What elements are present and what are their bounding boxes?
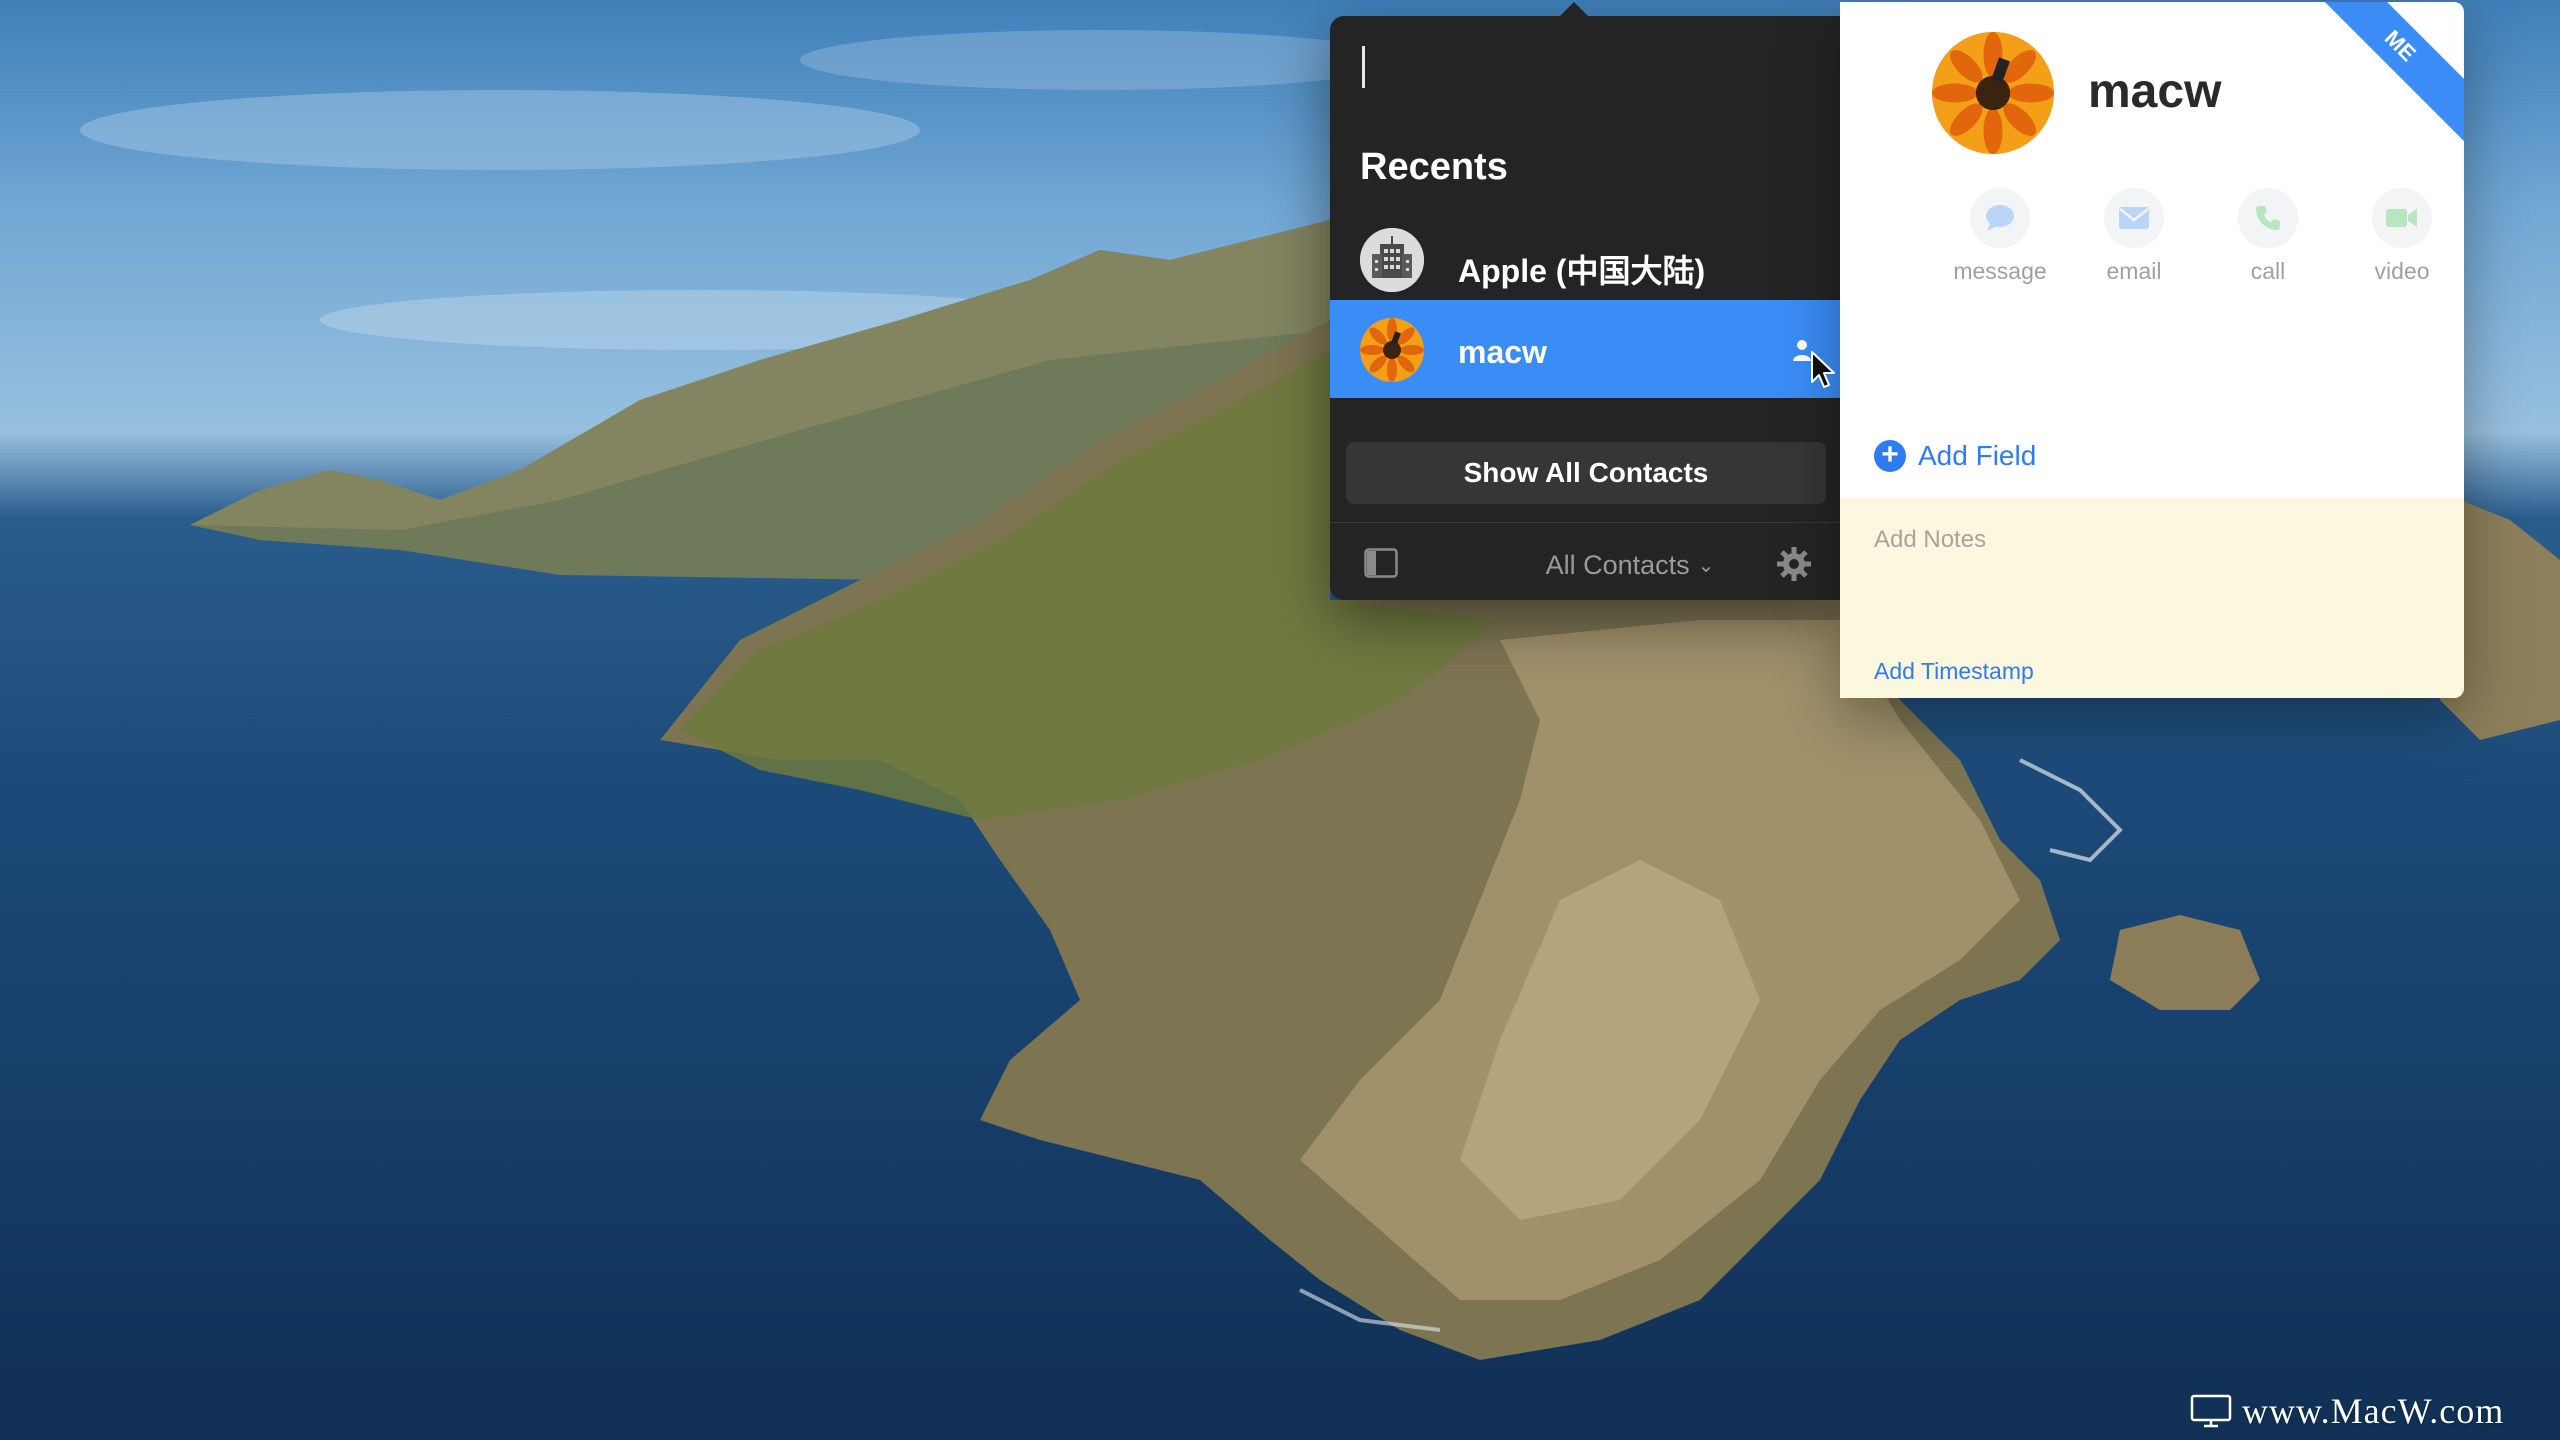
text-caret — [1362, 46, 1365, 88]
video-camera-icon — [2372, 188, 2432, 248]
action-label: video — [2374, 258, 2430, 284]
recent-contact-row-selected[interactable]: macw — [1330, 300, 1840, 398]
watermark: www.MacW.com — [2190, 1390, 2504, 1432]
message-bubble-icon — [1970, 188, 2030, 248]
notes-placeholder: Add Notes — [1874, 526, 1987, 553]
recents-heading: Recents — [1360, 146, 1508, 188]
footer-divider — [1330, 522, 1840, 523]
contact-detail-card: ME macw message email call video + Add F… — [1840, 2, 2464, 698]
add-field-label: Add Field — [1918, 440, 2037, 471]
add-timestamp-link[interactable]: Add Timestamp — [1874, 658, 2034, 685]
contact-name: macw — [1458, 334, 1547, 370]
filter-label: All Contacts — [1545, 550, 1690, 580]
add-field-button[interactable]: + Add Field — [1874, 438, 2036, 474]
plus-icon: + — [1874, 440, 1906, 472]
call-action-button[interactable]: call — [2203, 188, 2333, 285]
building-icon — [1360, 228, 1424, 292]
show-all-contacts-button[interactable]: Show All Contacts — [1346, 442, 1826, 504]
notes-area[interactable]: Add Notes Add Timestamp — [1840, 498, 2464, 698]
contacts-popover: Recents Apple (中国大陆) macw Show All Conta… — [1330, 2, 1840, 600]
message-action-button[interactable]: message — [1935, 188, 2065, 285]
search-input[interactable] — [1350, 36, 1820, 100]
action-label: call — [2250, 258, 2286, 284]
email-action-button[interactable]: email — [2069, 188, 2199, 285]
person-card-icon[interactable] — [1792, 338, 1812, 362]
sidebar-toggle-icon[interactable] — [1364, 548, 1398, 578]
mouse-cursor-icon — [1811, 351, 1835, 388]
contact-avatar — [1360, 318, 1424, 382]
envelope-icon — [2104, 188, 2164, 248]
contact-name: Apple (中国大陆) — [1458, 253, 1706, 289]
monitor-logo-icon — [2190, 1394, 2232, 1428]
contact-name-heading: macw — [2088, 65, 2222, 118]
chevron-down-icon: ⌄ — [1697, 555, 1715, 577]
popover-arrow — [1558, 2, 1590, 18]
me-badge: ME — [2292, 2, 2464, 154]
action-label: email — [2106, 258, 2162, 284]
watermark-text: www.MacW.com — [2242, 1391, 2505, 1431]
contact-avatar-large[interactable] — [1932, 32, 2054, 154]
video-action-button[interactable]: video — [2337, 188, 2464, 285]
gear-icon[interactable] — [1776, 546, 1812, 582]
phone-icon — [2238, 188, 2298, 248]
contacts-filter-dropdown[interactable]: All Contacts ⌄ — [1510, 548, 1750, 582]
action-label: message — [1953, 258, 2047, 284]
